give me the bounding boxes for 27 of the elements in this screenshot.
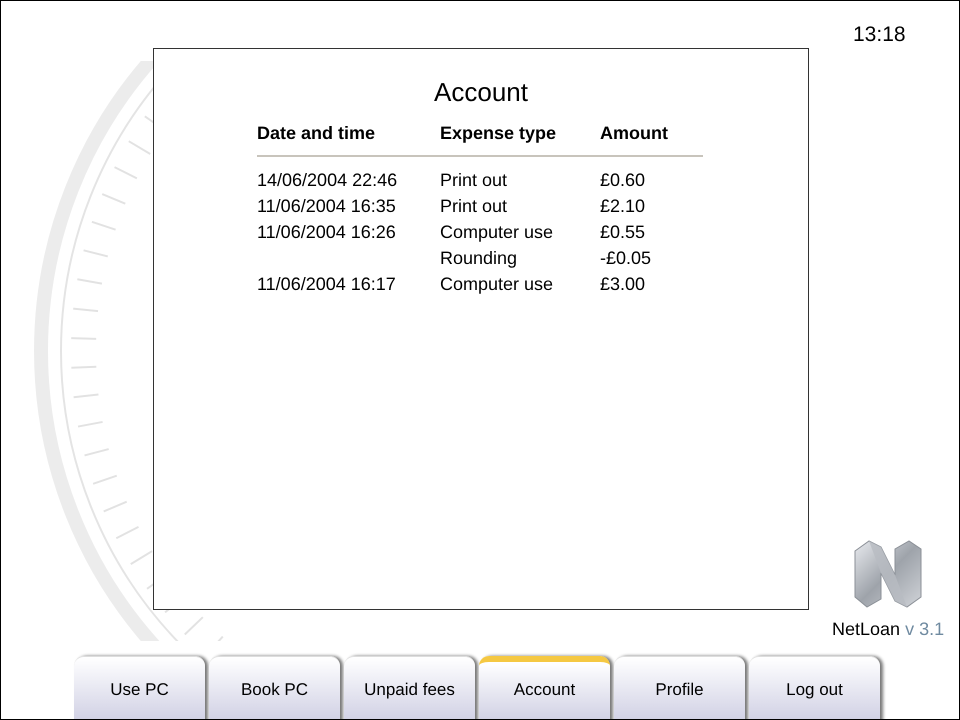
table-cell: Rounding bbox=[440, 248, 518, 268]
panel-title: Account bbox=[434, 76, 528, 108]
brand-name: NetLoan bbox=[832, 618, 900, 641]
version-label: v 3.1 bbox=[905, 618, 944, 641]
clock-time: 13:18 bbox=[853, 22, 906, 48]
table-cell: Computer use bbox=[440, 222, 554, 242]
table-cell: Print out bbox=[440, 170, 508, 190]
nav-tab[interactable]: Profile bbox=[614, 656, 745, 719]
table-cell: 11/06/2004 16:26 bbox=[257, 222, 396, 242]
column-header: Amount bbox=[600, 123, 668, 143]
column-header: Date and time bbox=[257, 123, 376, 143]
table-cell: Computer use bbox=[440, 274, 554, 294]
nav-tab[interactable]: Log out bbox=[749, 656, 880, 719]
column-header: Expense type bbox=[440, 123, 556, 143]
table-cell: 11/06/2004 16:17 bbox=[257, 274, 396, 294]
nav-tab[interactable]: Use PC bbox=[74, 656, 205, 719]
table-cell: £0.60 bbox=[600, 170, 646, 190]
nav-tab[interactable]: Unpaid fees bbox=[344, 656, 475, 719]
table-cell: £0.55 bbox=[600, 222, 646, 242]
nav-tab[interactable]: Account bbox=[479, 656, 610, 719]
table-cell: Print out bbox=[440, 196, 508, 216]
table-cell: £3.00 bbox=[600, 274, 646, 294]
table-cell: £2.10 bbox=[600, 196, 646, 216]
nav-tab[interactable]: Book PC bbox=[209, 656, 340, 719]
table-cell: -£0.05 bbox=[600, 248, 652, 268]
table-cell: 14/06/2004 22:46 bbox=[257, 170, 398, 190]
table-cell: 11/06/2004 16:35 bbox=[257, 196, 396, 216]
